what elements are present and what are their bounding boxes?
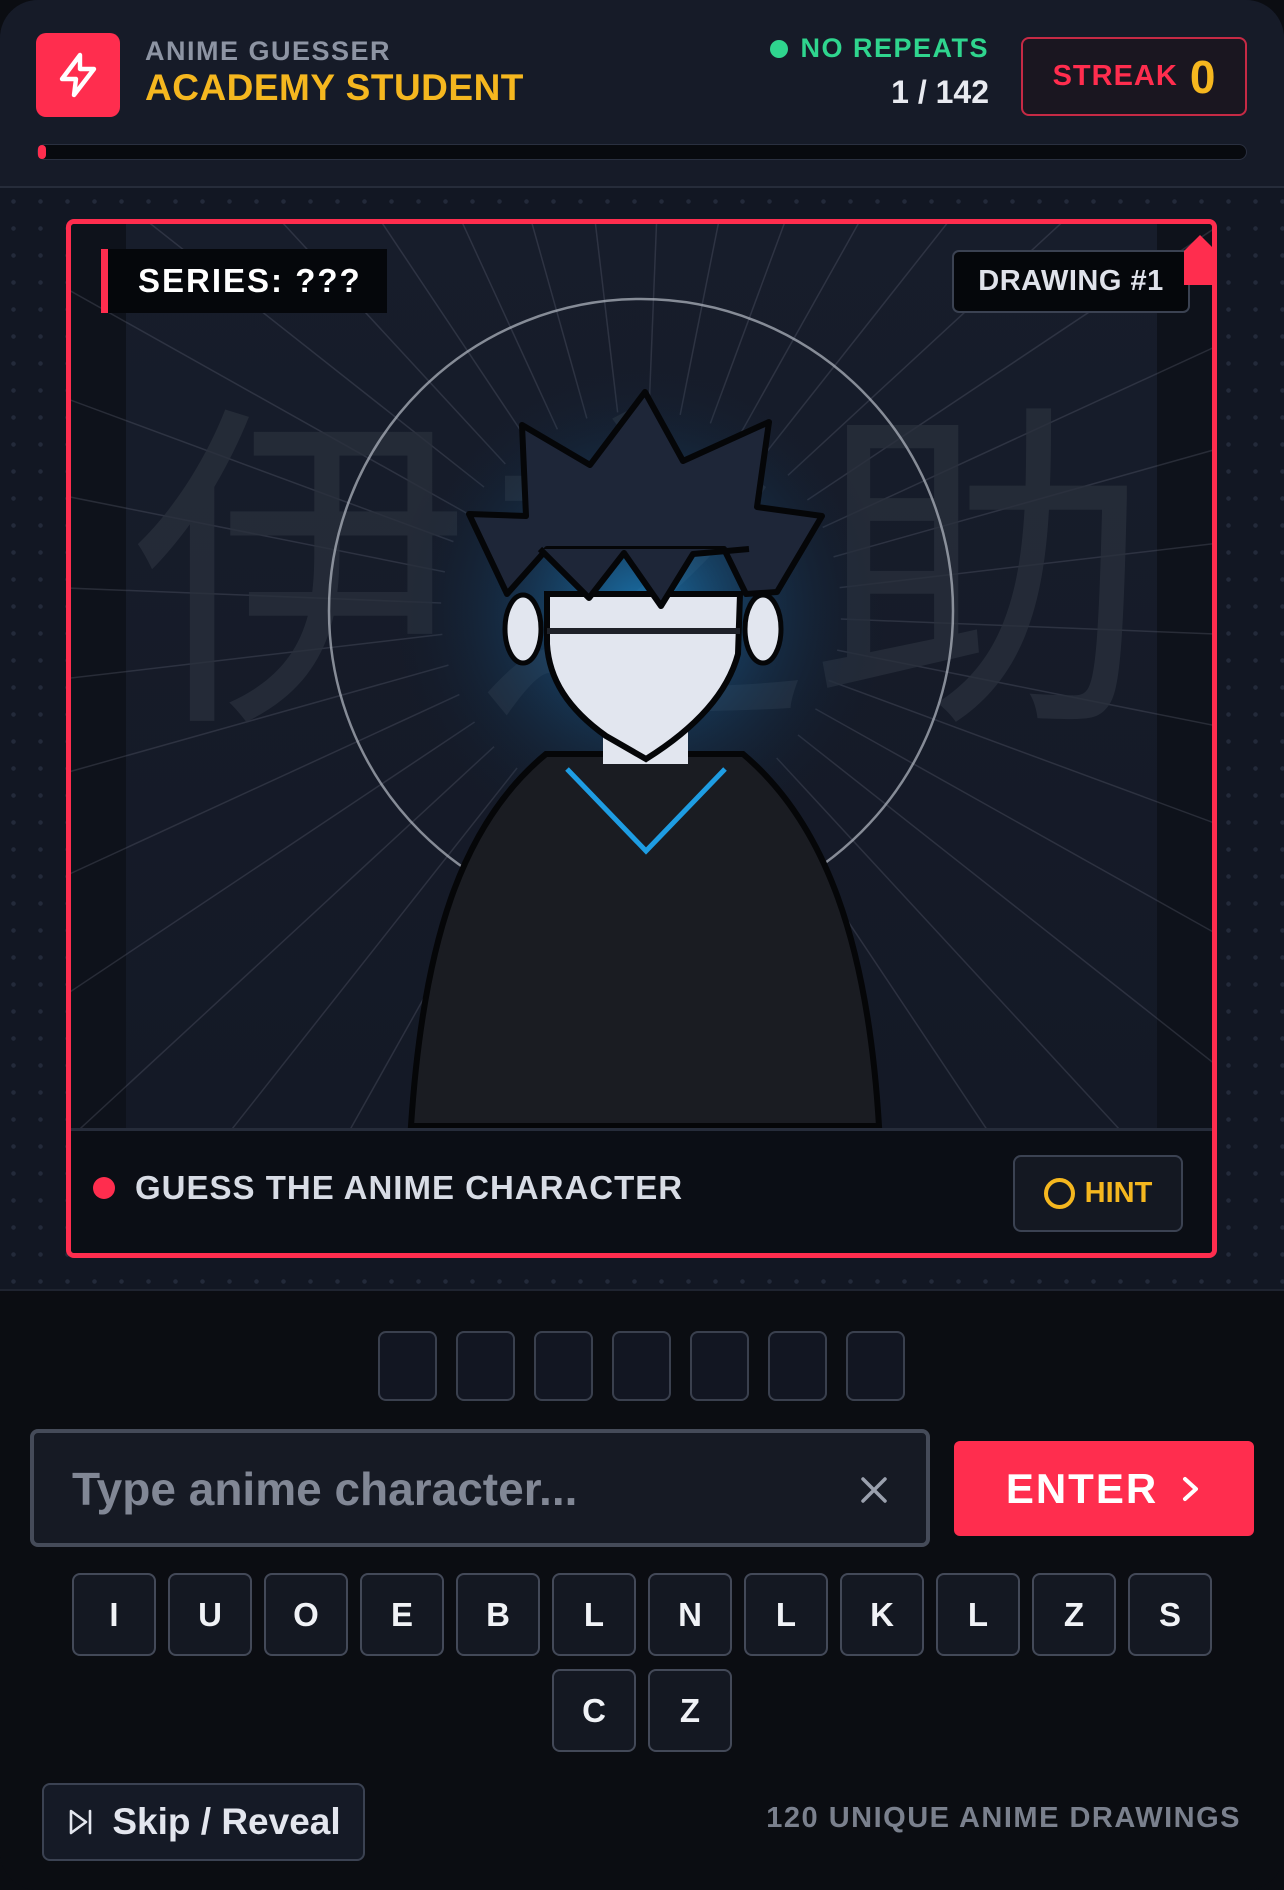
drawing-number-badge: DRAWING #1 <box>952 250 1190 313</box>
letter-key[interactable]: K <box>840 1573 924 1656</box>
letter-key[interactable]: Z <box>1032 1573 1116 1656</box>
record-dot-icon <box>93 1177 115 1199</box>
close-icon <box>861 1477 887 1503</box>
answer-slot <box>846 1331 905 1401</box>
skip-reveal-button[interactable]: Skip / Reveal <box>42 1783 365 1861</box>
prompt-text: GUESS THE ANIME CHARACTER <box>135 1169 684 1206</box>
skip-label: Skip / Reveal <box>112 1801 341 1842</box>
progress-count: 1 / 142 <box>891 74 989 110</box>
letter-key[interactable]: L <box>744 1573 828 1656</box>
letter-key[interactable]: B <box>456 1573 540 1656</box>
letter-key[interactable]: O <box>264 1573 348 1656</box>
letter-key[interactable]: L <box>552 1573 636 1656</box>
enter-label: ENTER <box>1005 1464 1159 1512</box>
circle-icon <box>1043 1178 1075 1209</box>
streak-badge: STREAK 0 <box>1021 37 1247 116</box>
letter-key[interactable]: I <box>72 1573 156 1656</box>
drawing-card: 伊之助 SERIES: ??? DRAWING #1 GUESS THE ANI… <box>66 219 1217 1258</box>
guess-input-box <box>30 1429 930 1547</box>
answer-slot <box>378 1331 437 1401</box>
streak-value: 0 <box>1189 50 1216 103</box>
left-ear <box>502 592 544 666</box>
card-corner-accent <box>1184 235 1216 285</box>
letter-key[interactable]: E <box>360 1573 444 1656</box>
progress-bar <box>37 144 1247 160</box>
answer-slot <box>612 1331 671 1401</box>
letter-key[interactable]: C <box>552 1669 636 1752</box>
answer-slot <box>768 1331 827 1401</box>
skip-forward-icon <box>70 1809 92 1835</box>
letter-key[interactable]: L <box>936 1573 1020 1656</box>
status-dot-icon <box>770 39 789 58</box>
card-footer: GUESS THE ANIME CHARACTER HINT <box>71 1128 1212 1253</box>
hint-button[interactable]: HINT <box>1013 1155 1183 1232</box>
letter-key[interactable]: U <box>168 1573 252 1656</box>
answer-slot <box>456 1331 515 1401</box>
guess-input[interactable] <box>72 1457 832 1521</box>
game-window: ANIME GUESSER ACADEMY STUDENT NO REPEATS… <box>0 0 1284 1890</box>
hint-label: HINT <box>1084 1177 1153 1209</box>
letter-key[interactable]: N <box>648 1573 732 1656</box>
right-ear <box>742 592 784 666</box>
clear-input-button[interactable] <box>849 1465 899 1515</box>
keyboard-row: CZ <box>0 1669 1284 1752</box>
guess-prompt: GUESS THE ANIME CHARACTER <box>93 1169 683 1207</box>
progress-fill <box>38 145 47 159</box>
streak-label: STREAK <box>1052 60 1178 92</box>
enter-button[interactable]: ENTER <box>954 1441 1254 1536</box>
mode-status: NO REPEATS <box>770 33 989 64</box>
series-label: SERIES: ??? <box>101 249 387 313</box>
drawing-count-note: 120 UNIQUE ANIME DRAWINGS <box>766 1802 1241 1834</box>
mode-label: NO REPEATS <box>800 33 989 63</box>
answer-slot <box>690 1331 749 1401</box>
input-area: ENTER IUOEBLNLKLZSCZ Skip / Reveal 120 U… <box>0 1289 1284 1890</box>
keyboard-row: IUOEBLNLKLZS <box>0 1573 1284 1656</box>
letter-key[interactable]: Z <box>648 1669 732 1752</box>
letter-keyboard: IUOEBLNLKLZSCZ <box>0 1573 1284 1765</box>
answer-slots <box>378 1331 905 1401</box>
app-name: ANIME GUESSER <box>145 36 392 66</box>
chevron-right-icon <box>1183 1476 1199 1501</box>
letter-key[interactable]: S <box>1128 1573 1212 1656</box>
header: ANIME GUESSER ACADEMY STUDENT NO REPEATS… <box>0 0 1284 188</box>
rank-title: ACADEMY STUDENT <box>145 67 524 108</box>
answer-slot <box>534 1331 593 1401</box>
app-logo <box>36 33 120 117</box>
character-drawing: 伊之助 <box>71 224 1212 1128</box>
lightning-bolt-icon <box>59 52 97 98</box>
